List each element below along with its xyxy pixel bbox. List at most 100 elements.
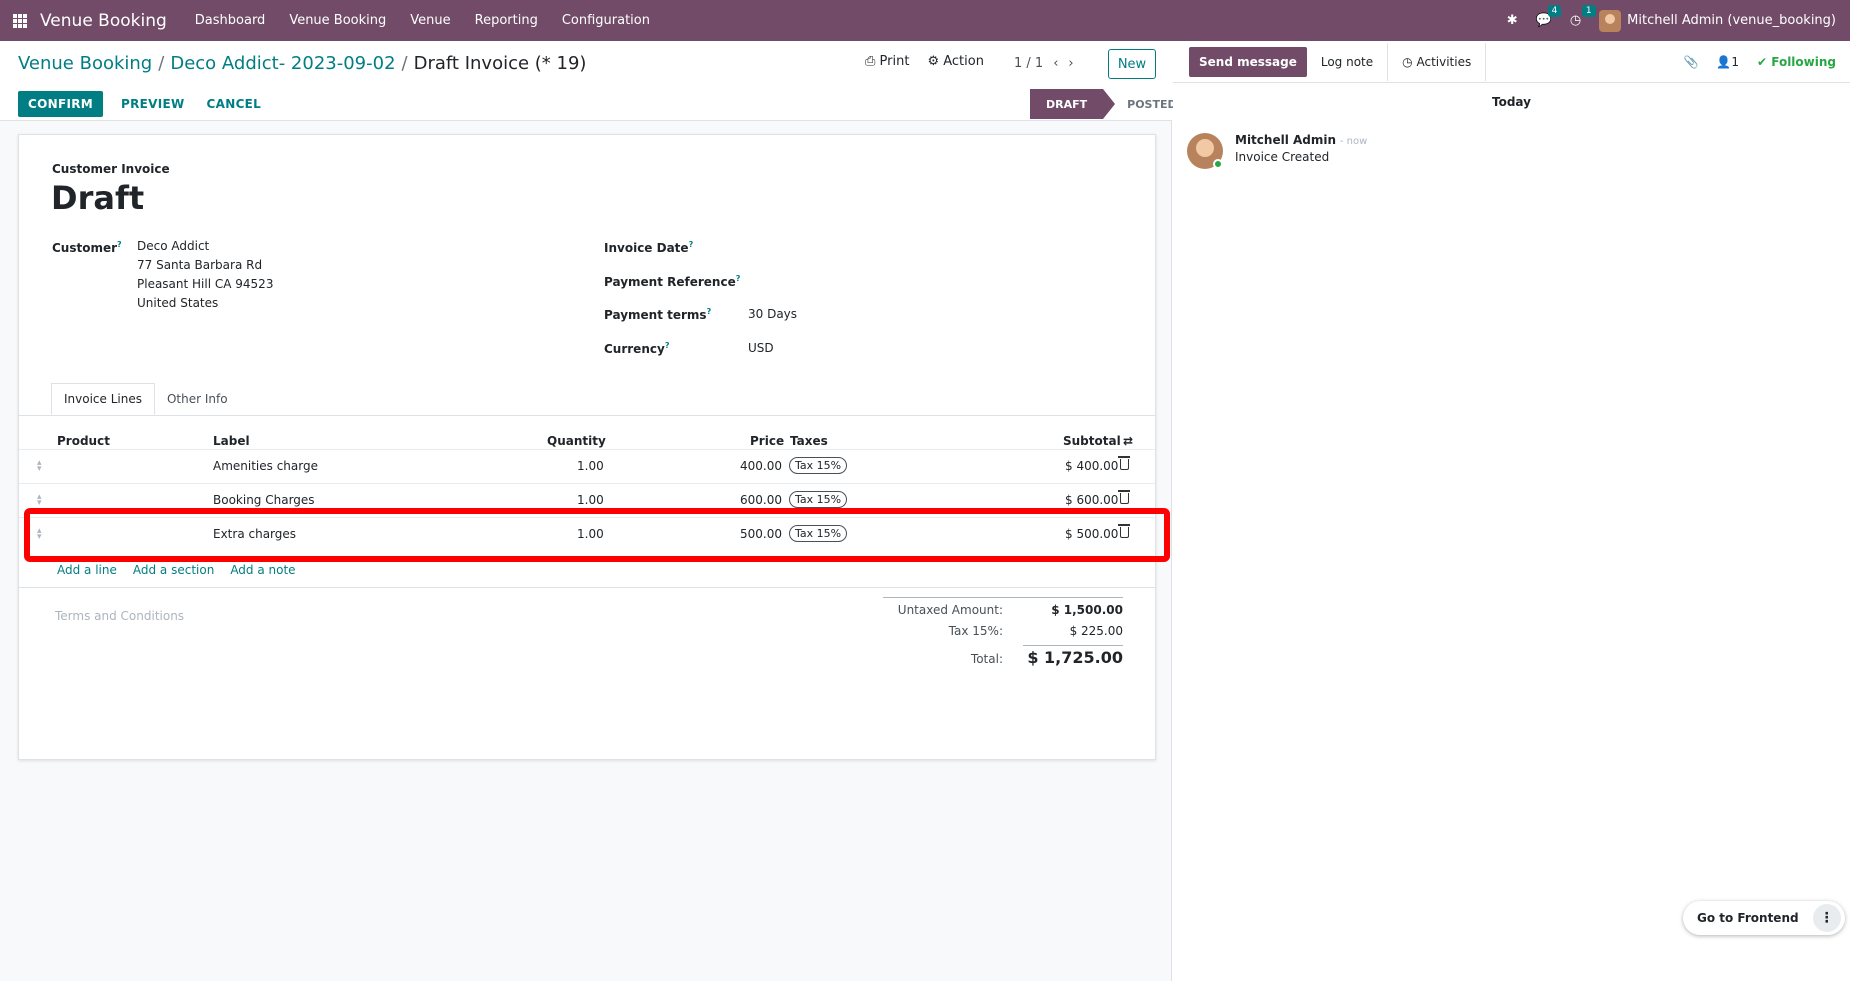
check-icon: ✔ bbox=[1756, 55, 1768, 69]
customer-field[interactable]: Deco Addict 77 Santa Barbara Rd Pleasant… bbox=[137, 237, 273, 313]
send-message-button[interactable]: Send message bbox=[1189, 46, 1307, 77]
clock-icon: ◷ bbox=[1569, 13, 1582, 28]
action-label: Action bbox=[943, 54, 984, 69]
chevron-right-icon[interactable]: › bbox=[1068, 56, 1073, 71]
menu-reporting[interactable]: Reporting bbox=[475, 13, 538, 28]
breadcrumb-current: Draft Invoice (* 19) bbox=[413, 53, 587, 74]
status-draft[interactable]: DRAFT bbox=[1030, 89, 1116, 119]
payment-terms-field[interactable]: 30 Days bbox=[748, 305, 797, 324]
tax-tag[interactable]: Tax 15% bbox=[789, 491, 848, 508]
printer-icon: ⎙ bbox=[865, 54, 876, 69]
drag-handle-icon[interactable]: ▴ ▾ bbox=[37, 459, 42, 474]
activities-button[interactable]: ◷ Activities bbox=[1387, 42, 1487, 81]
activity-count-badge: 1 bbox=[1581, 5, 1596, 17]
following-button[interactable]: ✔ Following bbox=[1757, 55, 1836, 69]
trash-icon[interactable] bbox=[1118, 456, 1130, 470]
clock-icon: ◷ bbox=[1402, 54, 1413, 69]
trash-icon[interactable] bbox=[1118, 490, 1130, 504]
line-price[interactable]: 400.00 bbox=[740, 459, 782, 473]
optional-columns-icon[interactable]: ⇄ bbox=[1123, 434, 1133, 448]
line-price[interactable]: 600.00 bbox=[740, 493, 782, 507]
customer-label: Customer? bbox=[52, 240, 122, 255]
line-label[interactable]: Amenities charge bbox=[213, 459, 318, 473]
menu-configuration[interactable]: Configuration bbox=[562, 13, 650, 28]
more-options-icon[interactable]: ⋮ bbox=[1812, 904, 1841, 932]
breadcrumb-booking-record[interactable]: Deco Addict- 2023-09-02 bbox=[170, 53, 395, 74]
followers-button[interactable]: 👤1 bbox=[1716, 55, 1739, 69]
confirm-button[interactable]: CONFIRM bbox=[18, 91, 103, 117]
invoice-sheet: Customer Invoice Draft Customer? Deco Ad… bbox=[18, 134, 1156, 760]
activities-label: Activities bbox=[1416, 54, 1472, 69]
log-note-button[interactable]: Log note bbox=[1307, 43, 1387, 81]
divider bbox=[883, 597, 1123, 598]
invoice-name: Draft bbox=[51, 179, 145, 217]
highlight-box bbox=[24, 508, 1170, 562]
total-label: Total: bbox=[970, 652, 1003, 666]
column-quantity[interactable]: Quantity bbox=[547, 434, 606, 448]
chatter-panel: Send message Log note ◷ Activities 📎 👤1 … bbox=[1173, 41, 1850, 981]
line-subtotal: $ 400.00 bbox=[1065, 459, 1119, 473]
user-menu[interactable]: Mitchell Admin (venue_booking) bbox=[1599, 9, 1836, 32]
add-section-link[interactable]: Add a section bbox=[133, 563, 214, 577]
date-separator: Today bbox=[1492, 95, 1531, 109]
untaxed-label: Untaxed Amount: bbox=[897, 603, 1003, 617]
breadcrumb-venue-booking[interactable]: Venue Booking bbox=[18, 53, 152, 74]
cancel-button[interactable]: CANCEL bbox=[203, 91, 266, 117]
menu-venue-booking[interactable]: Venue Booking bbox=[289, 13, 386, 28]
document-type: Customer Invoice bbox=[52, 162, 170, 176]
preview-button[interactable]: PREVIEW bbox=[117, 91, 189, 117]
column-product[interactable]: Product bbox=[57, 434, 110, 448]
add-line-links: Add a line Add a section Add a note bbox=[57, 563, 296, 577]
column-label[interactable]: Label bbox=[213, 434, 250, 448]
status-bar: DRAFT POSTED bbox=[1030, 89, 1177, 119]
new-button[interactable]: New bbox=[1108, 49, 1156, 79]
chat-count-badge: 4 bbox=[1547, 5, 1562, 17]
paperclip-icon[interactable]: 📎 bbox=[1683, 55, 1698, 69]
message-author[interactable]: Mitchell Admin bbox=[1235, 133, 1336, 147]
add-line-link[interactable]: Add a line bbox=[57, 563, 117, 577]
table-row[interactable]: ▴ ▾ Amenities charge 1.00 400.00 Tax 15% … bbox=[19, 449, 1155, 483]
payment-terms-label: Payment terms? bbox=[604, 307, 712, 322]
customer-name: Deco Addict bbox=[137, 239, 210, 253]
invoice-lines-table: Product Label Quantity Price Taxes Subto… bbox=[19, 415, 1155, 542]
invoice-date-label: Invoice Date? bbox=[604, 240, 694, 255]
bug-icon[interactable]: ✱ bbox=[1507, 13, 1518, 28]
print-button[interactable]: ⎙ Print bbox=[865, 54, 909, 69]
following-label: Following bbox=[1771, 55, 1836, 69]
tax-label: Tax 15%: bbox=[948, 624, 1003, 638]
chevron-left-icon[interactable]: ‹ bbox=[1053, 56, 1058, 71]
total-value: $ 1,725.00 bbox=[1023, 645, 1123, 667]
customer-street: 77 Santa Barbara Rd bbox=[137, 258, 263, 272]
line-quantity[interactable]: 1.00 bbox=[577, 493, 604, 507]
activity-button[interactable]: ◷ 1 bbox=[1569, 5, 1596, 28]
totals-panel: Untaxed Amount: $ 1,500.00 Tax 15%: $ 22… bbox=[883, 597, 1123, 671]
customer-country: United States bbox=[137, 296, 219, 310]
line-quantity[interactable]: 1.00 bbox=[577, 459, 604, 473]
chat-button[interactable]: 💬 4 bbox=[1536, 5, 1562, 28]
app-brand[interactable]: Venue Booking bbox=[40, 11, 167, 31]
user-icon: 👤 bbox=[1716, 55, 1732, 69]
tab-invoice-lines[interactable]: Invoice Lines bbox=[51, 383, 155, 415]
line-label[interactable]: Booking Charges bbox=[213, 493, 315, 507]
column-taxes[interactable]: Taxes bbox=[790, 434, 828, 448]
column-price[interactable]: Price bbox=[750, 434, 784, 448]
follower-count: 1 bbox=[1731, 55, 1739, 69]
tax-tag[interactable]: Tax 15% bbox=[789, 457, 848, 474]
go-to-frontend-widget: Go to Frontend ⋮ bbox=[1683, 901, 1845, 935]
terms-field[interactable]: Terms and Conditions bbox=[55, 609, 184, 623]
go-to-frontend-button[interactable]: Go to Frontend bbox=[1697, 911, 1799, 925]
user-name: Mitchell Admin (venue_booking) bbox=[1627, 13, 1836, 28]
add-note-link[interactable]: Add a note bbox=[230, 563, 295, 577]
pager-value[interactable]: 1 / 1 bbox=[1014, 56, 1043, 71]
action-button[interactable]: ⚙ Action bbox=[927, 54, 984, 69]
apps-menu-button[interactable] bbox=[0, 0, 40, 41]
column-subtotal[interactable]: Subtotal bbox=[1063, 434, 1121, 448]
online-status-icon bbox=[1213, 159, 1223, 169]
menu-dashboard[interactable]: Dashboard bbox=[195, 13, 266, 28]
untaxed-value: $ 1,500.00 bbox=[1051, 603, 1123, 617]
customer-city: Pleasant Hill CA 94523 bbox=[137, 277, 274, 291]
drag-handle-icon[interactable]: ▴ ▾ bbox=[37, 493, 42, 508]
menu-venue[interactable]: Venue bbox=[410, 13, 450, 28]
currency-field[interactable]: USD bbox=[748, 339, 774, 358]
tab-other-info[interactable]: Other Info bbox=[154, 383, 241, 415]
